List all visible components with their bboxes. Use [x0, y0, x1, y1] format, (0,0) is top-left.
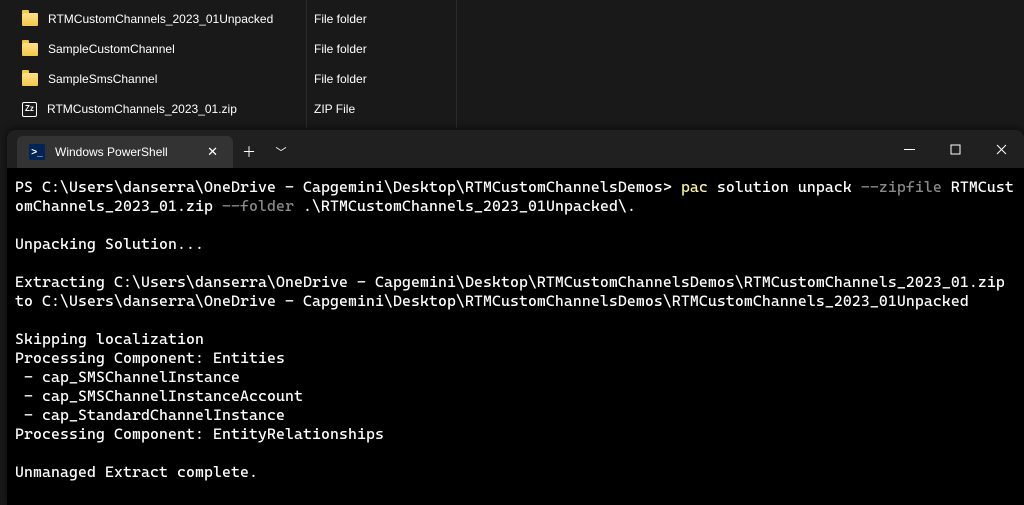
command-flag: --folder: [222, 197, 294, 215]
prompt-prefix: PS: [15, 178, 42, 196]
tab-title: Windows PowerShell: [55, 145, 192, 159]
file-type: File folder: [308, 72, 1024, 86]
output-entity: cap_SMSChannelInstance: [42, 368, 240, 386]
close-button[interactable]: [978, 130, 1024, 168]
command-args: solution unpack: [708, 178, 861, 196]
terminal-output[interactable]: PS C:\Users\danserra\OneDrive - Capgemin…: [7, 168, 1024, 486]
tab-close-button[interactable]: ✕: [202, 142, 223, 162]
output-line: Unpacking Solution...: [15, 235, 204, 253]
folder-icon: [22, 13, 38, 26]
file-name: SampleSmsChannel: [48, 72, 157, 86]
powershell-icon: >_: [29, 144, 45, 160]
command-name: pac: [681, 178, 708, 196]
file-row[interactable]: SampleCustomChannel File folder: [0, 34, 1024, 64]
file-row[interactable]: RTMCustomChannels_2023_01Unpacked File f…: [0, 4, 1024, 34]
folder-icon: [22, 73, 38, 86]
folder-icon: [22, 43, 38, 56]
file-type: File folder: [308, 12, 1024, 26]
titlebar[interactable]: >_ Windows PowerShell ✕ ＋ ﹀: [7, 130, 1024, 168]
file-explorer-listing: RTMCustomChannels_2023_01Unpacked File f…: [0, 0, 1024, 124]
tab-powershell[interactable]: >_ Windows PowerShell ✕: [17, 136, 233, 168]
tab-dropdown-button[interactable]: ﹀: [265, 136, 297, 168]
command-args: .\RTMCustomChannels_2023_01Unpacked\.: [294, 197, 636, 215]
terminal-window: >_ Windows PowerShell ✕ ＋ ﹀ PS C:\Users\…: [7, 130, 1024, 505]
file-name: RTMCustomChannels_2023_01Unpacked: [48, 12, 273, 26]
output-line: Processing Component: Entities: [15, 349, 285, 367]
file-name: RTMCustomChannels_2023_01.zip: [47, 102, 237, 116]
output-entity: cap_SMSChannelInstanceAccount: [42, 387, 303, 405]
new-tab-button[interactable]: ＋: [233, 136, 265, 168]
file-type: ZIP File: [308, 102, 1024, 116]
zip-icon: Zz: [22, 102, 37, 117]
file-name: SampleCustomChannel: [48, 42, 175, 56]
output-line: Unmanaged Extract complete.: [15, 463, 258, 481]
prompt-path: C:\Users\danserra\OneDrive - Capgemini\D…: [42, 178, 663, 196]
minimize-button[interactable]: [886, 130, 932, 168]
file-row[interactable]: Zz RTMCustomChannels_2023_01.zip ZIP Fil…: [0, 94, 1024, 124]
output-line: Skipping localization: [15, 330, 204, 348]
output-entity: cap_StandardChannelInstance: [42, 406, 285, 424]
output-line: Processing Component: EntityRelationship…: [15, 425, 384, 443]
file-row[interactable]: SampleSmsChannel File folder: [0, 64, 1024, 94]
maximize-button[interactable]: [932, 130, 978, 168]
output-line: Extracting C:\Users\danserra\OneDrive - …: [15, 273, 1014, 310]
file-type: File folder: [308, 42, 1024, 56]
command-flag: --zipfile: [861, 178, 942, 196]
